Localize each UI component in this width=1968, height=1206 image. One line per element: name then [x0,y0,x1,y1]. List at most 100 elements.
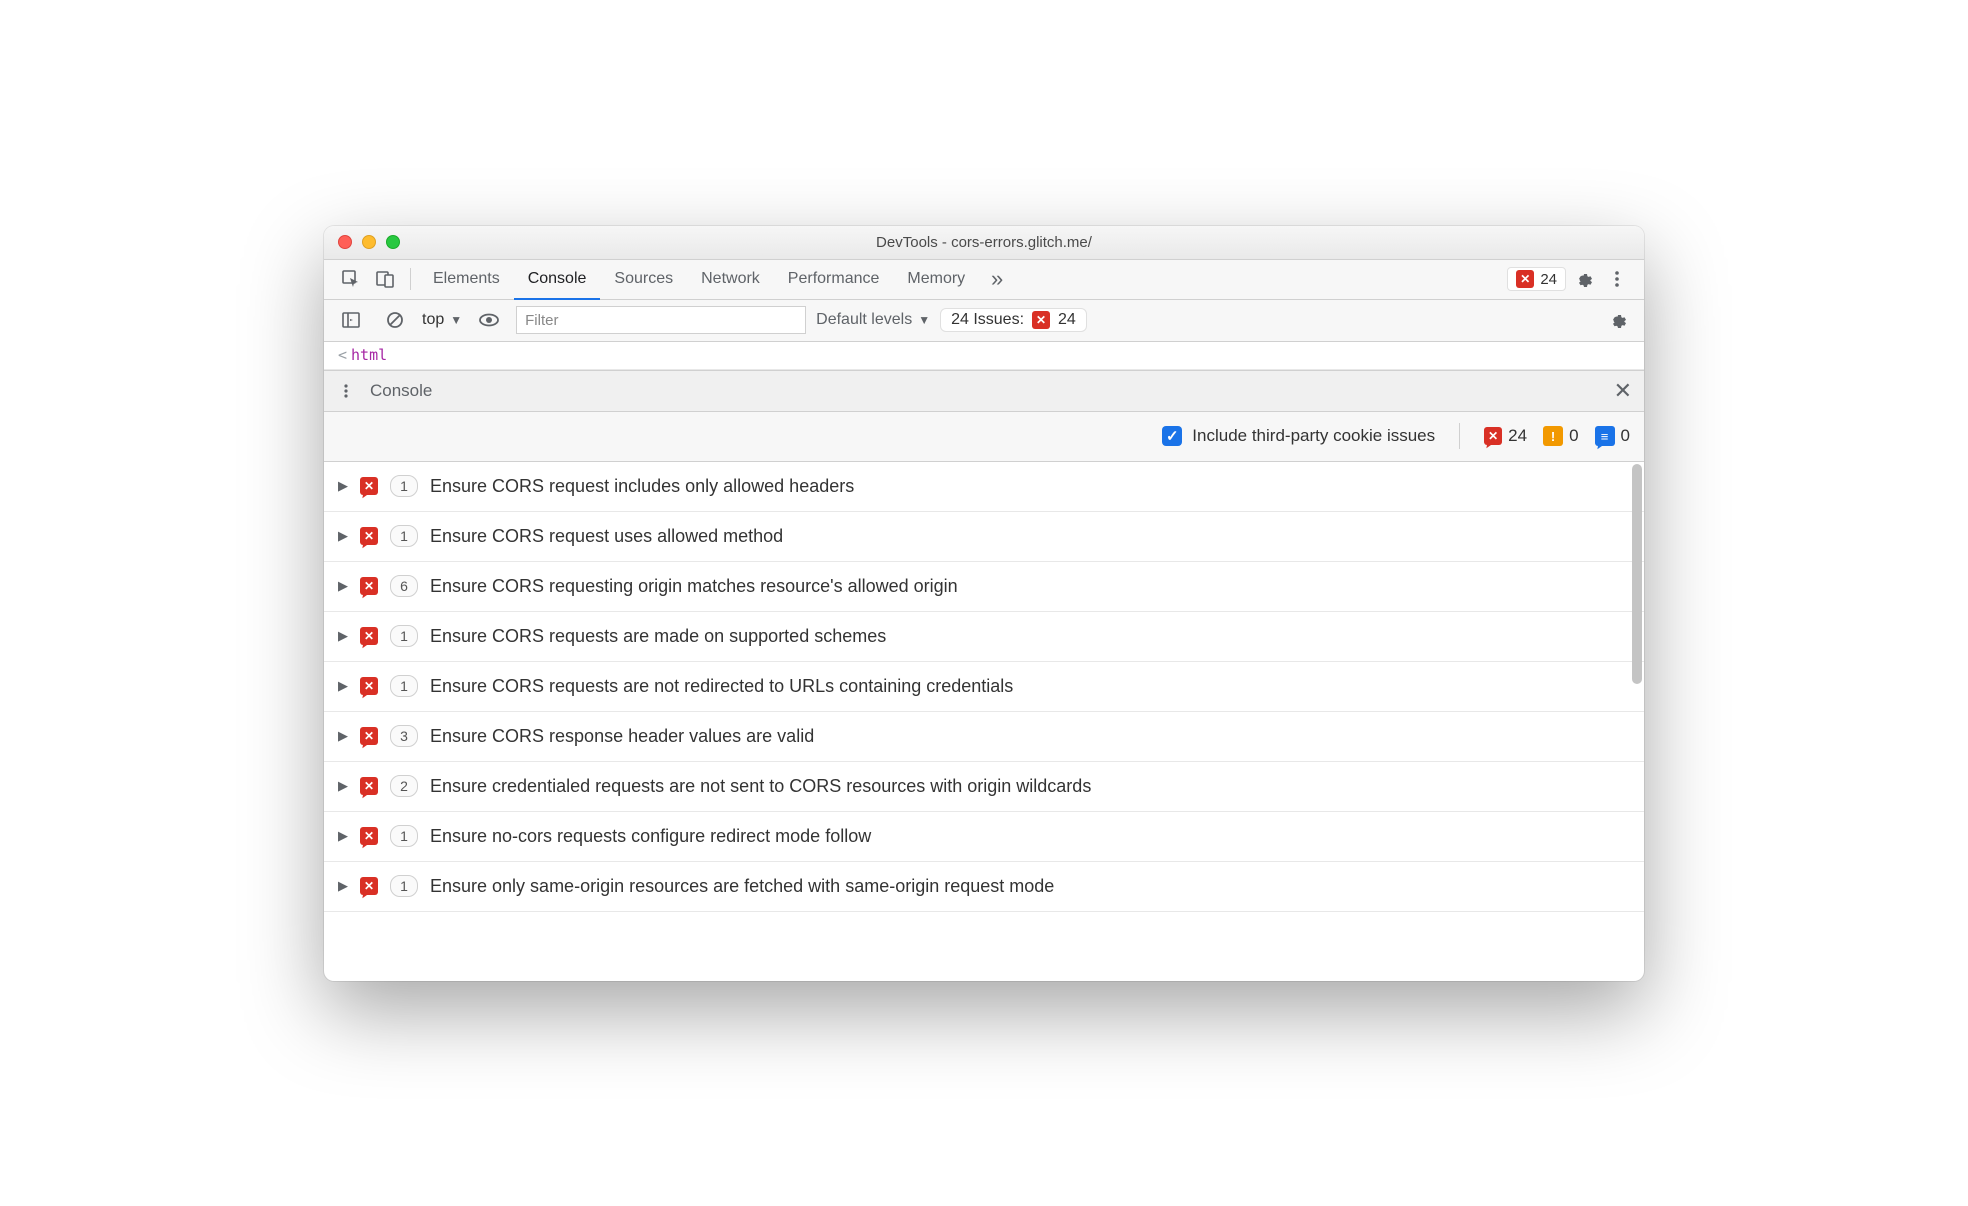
disclosure-triangle-icon: ▶ [338,678,348,694]
issue-text: Ensure CORS request includes only allowe… [430,476,854,497]
error-icon: ✕ [360,527,378,545]
scrollbar-thumb[interactable] [1632,464,1642,684]
tab-label: Network [701,270,760,288]
filter-input[interactable] [516,306,806,334]
clear-console-icon[interactable] [378,303,412,337]
error-icon: ✕ [1516,270,1534,288]
issues-count: 24 [1058,311,1076,329]
disclosure-triangle-icon: ▶ [338,728,348,744]
issue-row[interactable]: ▶ ✕ 6 Ensure CORS requesting origin matc… [324,562,1644,612]
chevron-down-icon: ▼ [450,313,462,327]
info-stat[interactable]: ≡ 0 [1595,426,1630,446]
issues-filter-row: ✓ Include third-party cookie issues ✕ 24… [324,412,1644,462]
tab-performance[interactable]: Performance [774,259,894,299]
warning-stat[interactable]: ! 0 [1543,426,1578,446]
issue-count: 1 [390,875,418,897]
error-stat[interactable]: ✕ 24 [1484,426,1527,446]
context-label: top [422,311,444,329]
close-drawer-button[interactable]: ✕ [1614,378,1632,404]
issue-row[interactable]: ▶ ✕ 1 Ensure CORS request includes only … [324,462,1644,512]
log-levels-selector[interactable]: Default levels ▼ [816,311,930,329]
error-stat-value: 24 [1508,426,1527,446]
levels-label: Default levels [816,311,912,329]
issue-text: Ensure CORS response header values are v… [430,726,814,747]
issue-row[interactable]: ▶ ✕ 1 Ensure CORS requests are made on s… [324,612,1644,662]
third-party-cookies-checkbox[interactable]: ✓ Include third-party cookie issues [1162,426,1435,446]
tab-console[interactable]: Console [514,259,601,299]
more-tabs-button[interactable]: » [979,262,1013,296]
console-settings-button[interactable] [1600,303,1634,337]
tab-label: Sources [614,270,673,288]
device-toolbar-icon[interactable] [368,262,402,296]
error-count: 24 [1540,271,1557,288]
tab-sources[interactable]: Sources [600,259,687,299]
disclosure-triangle-icon: ▶ [338,478,348,494]
kebab-menu-button[interactable] [1600,262,1634,296]
issue-text: Ensure no-cors requests configure redire… [430,826,871,847]
tab-label: Performance [788,270,880,288]
maximize-window-button[interactable] [386,235,400,249]
tab-label: Memory [907,270,965,288]
drawer-header: Console ✕ [324,370,1644,412]
error-icon: ✕ [1032,311,1050,329]
issue-count: 2 [390,775,418,797]
issues-list[interactable]: ▶ ✕ 1 Ensure CORS request includes only … [324,462,1644,981]
error-icon: ✕ [360,827,378,845]
tab-elements[interactable]: Elements [419,259,514,299]
error-icon: ✕ [360,477,378,495]
close-window-button[interactable] [338,235,352,249]
issue-text: Ensure CORS requests are made on support… [430,626,886,647]
checkbox-checked-icon: ✓ [1162,426,1182,446]
error-icon: ✕ [360,677,378,695]
tab-network[interactable]: Network [687,259,774,299]
issue-count: 1 [390,475,418,497]
devtools-window: DevTools - cors-errors.glitch.me/ Elemen… [324,226,1644,981]
issues-summary-button[interactable]: 24 Issues: ✕ 24 [940,308,1087,332]
error-icon: ✕ [360,577,378,595]
info-stat-value: 0 [1621,426,1630,446]
checkbox-label: Include third-party cookie issues [1192,426,1435,446]
sidebar-toggle-icon[interactable] [334,303,368,337]
issue-row[interactable]: ▶ ✕ 1 Ensure no-cors requests configure … [324,812,1644,862]
issue-count: 1 [390,525,418,547]
issue-text: Ensure CORS requests are not redirected … [430,676,1013,697]
error-icon: ✕ [1484,427,1502,445]
separator [410,268,411,290]
separator [1459,423,1460,449]
error-icon: ✕ [360,727,378,745]
live-expression-icon[interactable] [472,303,506,337]
issue-count: 1 [390,825,418,847]
issue-row[interactable]: ▶ ✕ 1 Ensure CORS requests are not redir… [324,662,1644,712]
console-toolbar: top ▼ Default levels ▼ 24 Issues: ✕ 24 [324,300,1644,342]
tab-label: Console [528,270,587,288]
warning-stat-value: 0 [1569,426,1578,446]
settings-button[interactable] [1566,262,1600,296]
issue-row[interactable]: ▶ ✕ 2 Ensure credentialed requests are n… [324,762,1644,812]
chevron-down-icon: ▼ [918,313,930,327]
issue-count: 6 [390,575,418,597]
issue-row[interactable]: ▶ ✕ 1 Ensure only same-origin resources … [324,862,1644,912]
drawer-title: Console [370,381,432,401]
tabstrip: Elements Console Sources Network Perform… [324,260,1644,300]
source-tag: html [351,346,387,364]
warning-icon: ! [1543,426,1563,446]
context-selector[interactable]: top ▼ [422,311,462,329]
disclosure-triangle-icon: ▶ [338,778,348,794]
issue-text: Ensure CORS requesting origin matches re… [430,576,958,597]
disclosure-triangle-icon: ▶ [338,628,348,644]
minimize-window-button[interactable] [362,235,376,249]
inspect-element-icon[interactable] [334,262,368,296]
tab-memory[interactable]: Memory [893,259,979,299]
drawer-menu-button[interactable] [336,374,356,408]
tab-label: Elements [433,270,500,288]
issue-row[interactable]: ▶ ✕ 1 Ensure CORS request uses allowed m… [324,512,1644,562]
info-icon: ≡ [1595,426,1615,446]
issue-row[interactable]: ▶ ✕ 3 Ensure CORS response header values… [324,712,1644,762]
disclosure-triangle-icon: ▶ [338,878,348,894]
issue-count: 1 [390,675,418,697]
error-icon: ✕ [360,877,378,895]
disclosure-triangle-icon: ▶ [338,528,348,544]
error-icon: ✕ [360,777,378,795]
error-count-badge[interactable]: ✕ 24 [1507,267,1566,291]
disclosure-triangle-icon: ▶ [338,828,348,844]
